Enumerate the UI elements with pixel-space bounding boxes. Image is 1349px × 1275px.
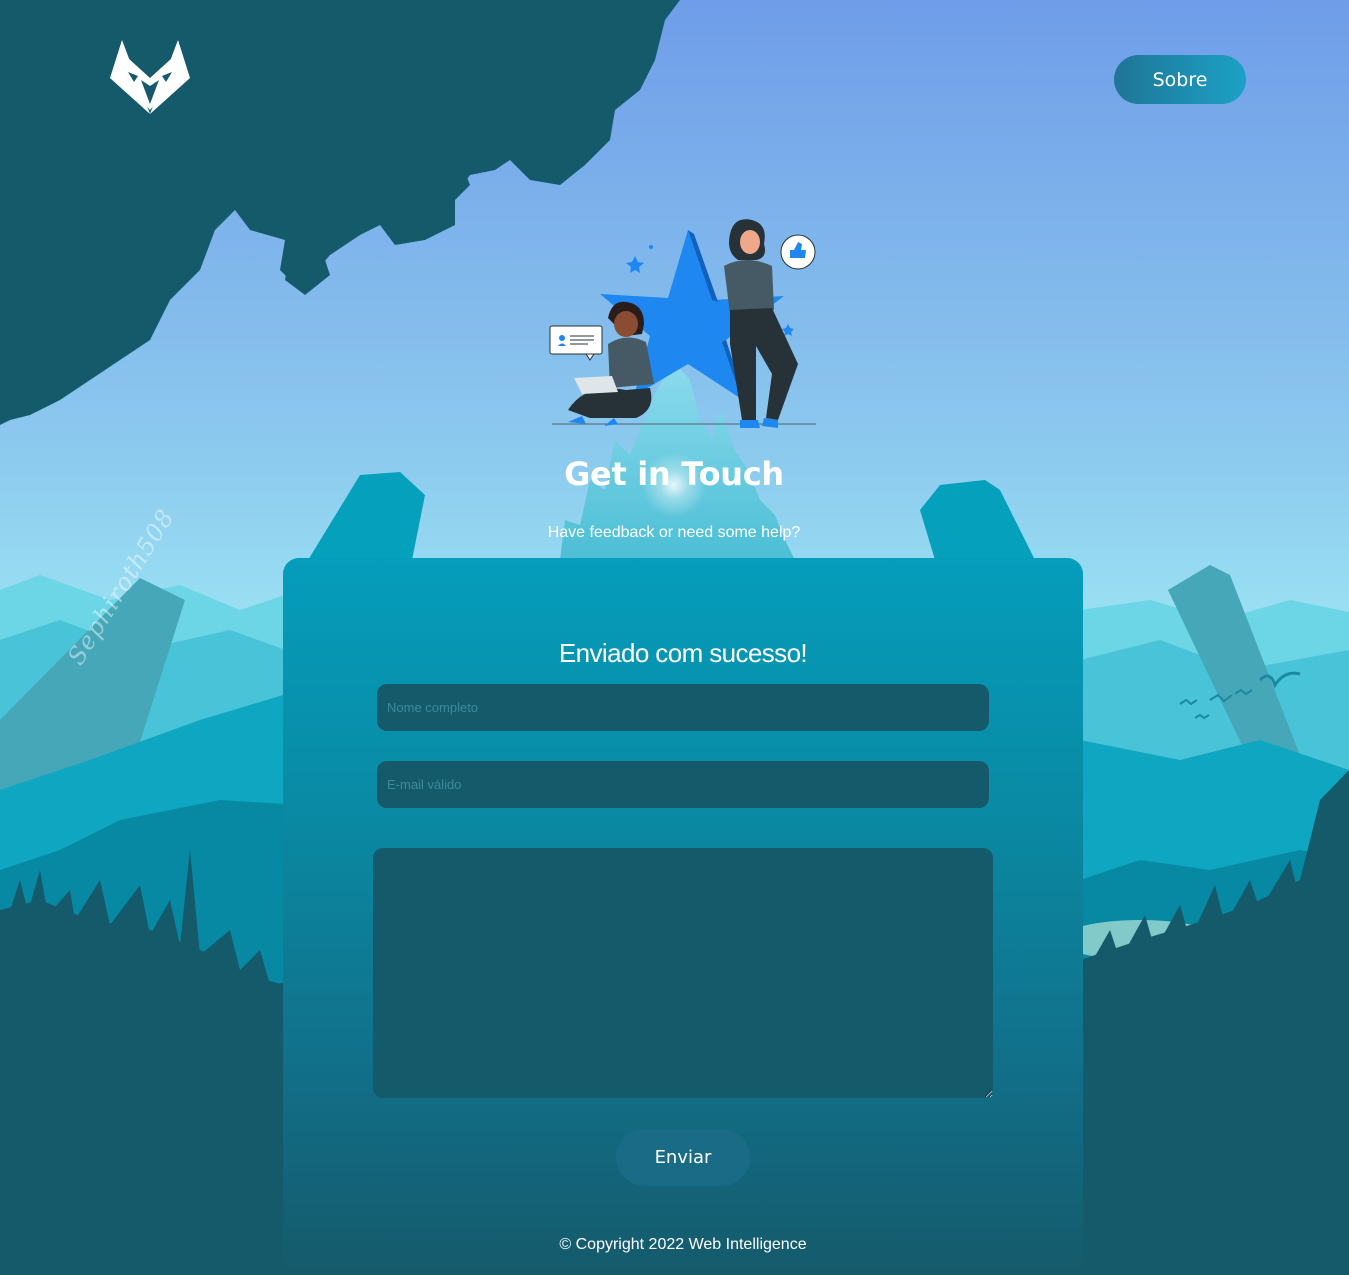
feedback-star-illustration [549, 219, 816, 428]
about-button[interactable]: Sobre [1114, 55, 1246, 104]
cursor-glow [641, 452, 707, 518]
message-textarea[interactable] [373, 848, 993, 1098]
email-input[interactable] [377, 761, 989, 808]
name-input[interactable] [377, 684, 989, 731]
fox-logo-icon[interactable] [108, 38, 192, 116]
footer-copyright: © Copyright 2022 Web Intelligence [559, 1236, 807, 1253]
hero-subtitle: Have feedback or need some help? [547, 524, 801, 541]
send-button[interactable]: Enviar [616, 1129, 750, 1186]
form-status-message: Enviado com sucesso! [558, 638, 808, 668]
